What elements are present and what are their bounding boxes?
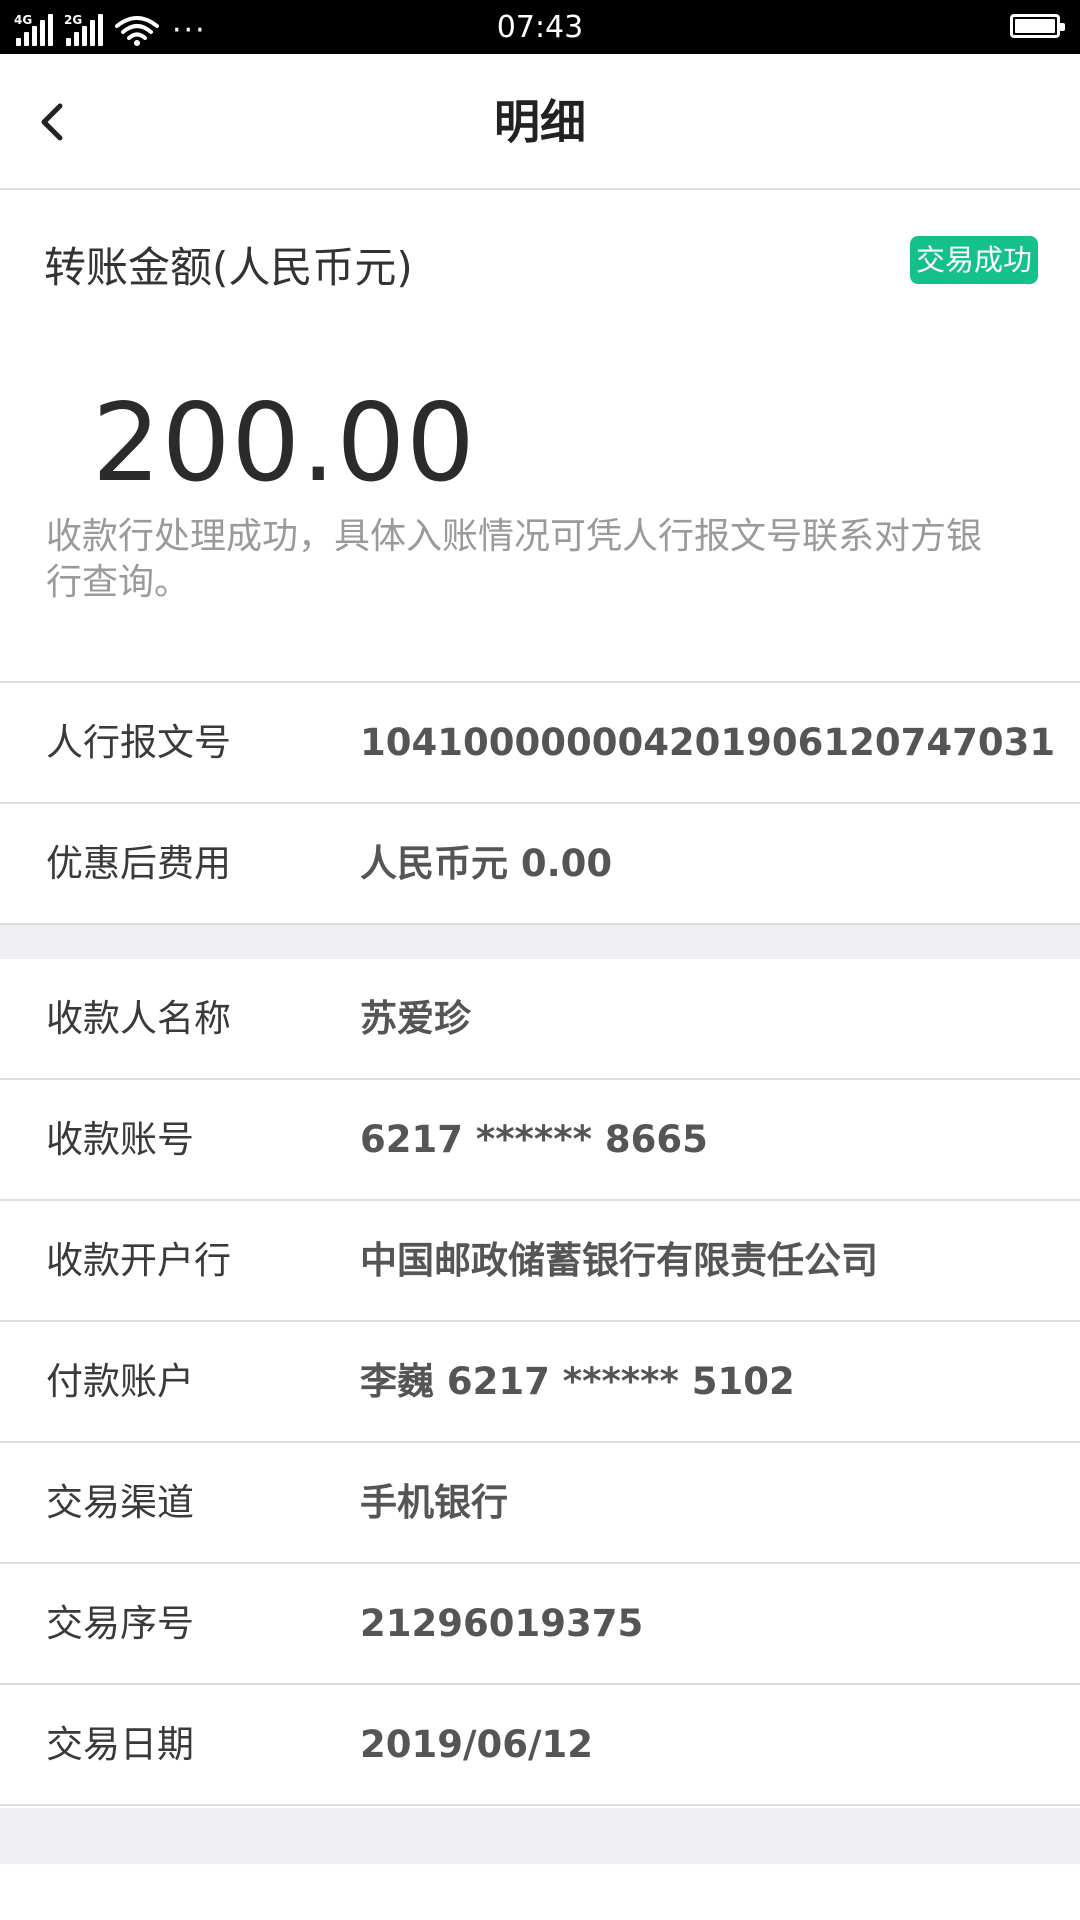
row-value: 手机银行 [360, 1481, 508, 1524]
back-arrow-icon[interactable] [30, 94, 80, 150]
row-label: 优惠后费用 [46, 842, 231, 885]
detail-group-2: 收款人名称 苏爱珍 收款账号 6217 ****** 8665 收款开户行 中国… [0, 959, 1080, 1806]
detail-group-1: 人行报文号 104100000004201906120747031 7 优惠后费… [0, 683, 1080, 925]
row-payer-account: 付款账户 李巍 6217 ****** 5102 [0, 1322, 1080, 1443]
row-value: 2019/06/12 [360, 1723, 593, 1766]
row-date: 交易日期 2019/06/12 [0, 1685, 1080, 1806]
row-value: 21296019375 [360, 1602, 644, 1645]
row-label: 人行报文号 [46, 721, 231, 764]
page-title: 明细 [494, 95, 586, 149]
clock: 07:43 [496, 10, 584, 45]
row-label: 付款账户 [46, 1360, 194, 1403]
row-message-number: 人行报文号 104100000004201906120747031 7 [0, 683, 1080, 883]
row-label: 收款人名称 [46, 997, 231, 1040]
row-value: 中国邮政储蓄银行有限责任公司 [360, 1239, 878, 1282]
status-bar: 4G 2G ··· 07:43 [0, 0, 1080, 54]
battery-icon [1010, 14, 1065, 38]
row-channel: 交易渠道 手机银行 [0, 1443, 1080, 1564]
row-payee-account: 收款账号 6217 ****** 8665 [0, 1080, 1080, 1201]
transfer-amount: 200.00 [92, 381, 476, 506]
row-label: 交易序号 [46, 1602, 194, 1645]
row-serial-number: 交易序号 21296019375 [0, 1564, 1080, 1685]
amount-label: 转账金额(人民币元) [44, 243, 413, 292]
row-value: 人民币元 0.00 [360, 842, 613, 885]
row-label: 交易日期 [46, 1723, 194, 1766]
row-label: 收款开户行 [46, 1239, 231, 1282]
nav-header: 明细 [0, 54, 1080, 190]
section-gap [0, 925, 1080, 959]
processing-note: 收款行处理成功，具体入账情况可凭人行报文号联系对方银行查询。 [46, 516, 983, 603]
bottom-gap [0, 1808, 1080, 1864]
row-payee-bank: 收款开户行 中国邮政储蓄银行有限责任公司 [0, 1201, 1080, 1322]
row-value: 6217 ****** 8665 [360, 1118, 708, 1161]
row-label: 交易渠道 [46, 1481, 194, 1524]
row-payee-name: 收款人名称 苏爱珍 [0, 959, 1080, 1080]
status-badge: 交易成功 [909, 236, 1038, 284]
row-value: 李巍 6217 ****** 5102 [360, 1360, 795, 1403]
row-fee: 优惠后费用 人民币元 0.00 [0, 804, 1080, 925]
row-label: 收款账号 [46, 1118, 194, 1161]
row-value: 苏爱珍 [360, 997, 471, 1040]
